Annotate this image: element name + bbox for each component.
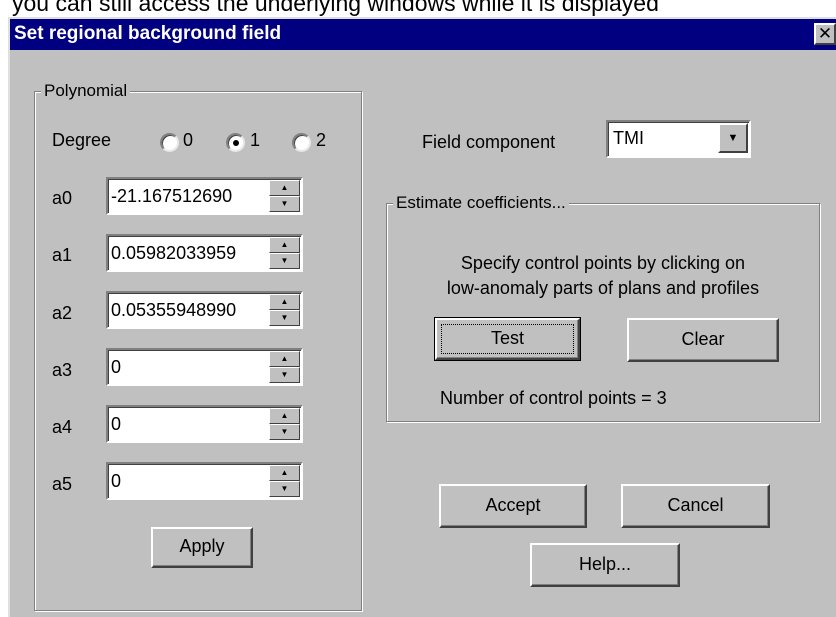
estimate-group-label: Estimate coefficients... — [393, 193, 569, 213]
coef-spinner-a4[interactable]: 0 ▲ ▼ — [106, 405, 303, 443]
apply-button-label: Apply — [179, 536, 225, 556]
degree-radio-2[interactable] — [292, 133, 311, 152]
degree-radio-0-label[interactable]: 0 — [183, 130, 193, 151]
coef-value-a4[interactable]: 0 — [111, 414, 266, 435]
accept-button-label: Accept — [485, 495, 541, 515]
degree-label: Degree — [52, 130, 112, 150]
coef-spinner-a2[interactable]: 0.05355948990 ▲ ▼ — [106, 291, 303, 329]
coef-spinner-a5[interactable]: 0 ▲ ▼ — [106, 462, 303, 500]
coef-value-a0[interactable]: -21.167512690 — [111, 186, 266, 207]
test-button-label: Test — [490, 328, 524, 348]
coef-value-a1[interactable]: 0.05982033959 — [111, 243, 266, 264]
title-bar[interactable]: Set regional background field ✕ — [10, 19, 836, 50]
clear-button[interactable]: Clear — [627, 318, 779, 362]
coef-spinner-a0[interactable]: -21.167512690 ▲ ▼ — [106, 177, 303, 215]
field-component-value[interactable]: TMI — [613, 128, 644, 149]
degree-radio-2-label[interactable]: 2 — [316, 130, 326, 151]
close-button[interactable]: ✕ — [814, 23, 836, 45]
cancel-button[interactable]: Cancel — [621, 484, 770, 528]
coef-spinner-a1[interactable]: 0.05982033959 ▲ ▼ — [106, 234, 303, 272]
spin-down-icon[interactable]: ▼ — [269, 253, 300, 269]
coef-spinner-a3[interactable]: 0 ▲ ▼ — [106, 348, 303, 386]
spin-down-icon[interactable]: ▼ — [269, 424, 300, 440]
accept-button[interactable]: Accept — [439, 484, 587, 528]
spin-down-icon[interactable]: ▼ — [269, 481, 300, 497]
spin-up-icon[interactable]: ▲ — [269, 237, 300, 253]
chevron-down-icon[interactable]: ▼ — [718, 123, 748, 153]
spin-up-icon[interactable]: ▲ — [269, 465, 300, 481]
polynomial-group-label: Polynomial — [41, 81, 131, 101]
close-icon: ✕ — [817, 24, 833, 43]
coef-value-a3[interactable]: 0 — [111, 357, 266, 378]
coef-value-a5[interactable]: 0 — [111, 471, 266, 492]
degree-radio-1-label[interactable]: 1 — [250, 130, 260, 151]
coef-label-a4: a4 — [52, 417, 73, 437]
degree-radio-1[interactable] — [226, 133, 245, 152]
coef-label-a3: a3 — [52, 360, 73, 380]
degree-radio-0[interactable] — [160, 133, 179, 152]
help-button-label: Help... — [578, 554, 632, 574]
help-button[interactable]: Help... — [530, 543, 680, 587]
spin-down-icon[interactable]: ▼ — [269, 310, 300, 326]
coef-value-a2[interactable]: 0.05355948990 — [111, 300, 266, 321]
coef-label-a5: a5 — [52, 474, 73, 494]
spin-down-icon[interactable]: ▼ — [269, 367, 300, 383]
background-window-text: you can still access the underlying wind… — [12, 0, 659, 16]
control-points-count: Number of control points = 3 — [440, 388, 667, 408]
apply-button[interactable]: Apply — [151, 527, 253, 568]
coef-label-a1: a1 — [52, 245, 73, 265]
regional-background-dialog: Set regional background field ✕ Polynomi… — [8, 17, 836, 617]
field-component-select[interactable]: TMI ▼ — [606, 120, 751, 158]
dialog-title: Set regional background field — [14, 23, 282, 44]
instruction-line-1: Specify control points by clicking on — [460, 253, 746, 273]
coef-label-a2: a2 — [52, 303, 73, 323]
spin-up-icon[interactable]: ▲ — [269, 351, 300, 367]
clear-button-label: Clear — [681, 329, 725, 349]
instruction-line-2: low-anomaly parts of plans and profiles — [446, 278, 760, 298]
coef-label-a0: a0 — [52, 188, 73, 208]
spin-up-icon[interactable]: ▲ — [269, 180, 300, 196]
test-button[interactable]: Test — [434, 317, 581, 361]
spin-up-icon[interactable]: ▲ — [269, 408, 300, 424]
cancel-button-label: Cancel — [667, 495, 724, 515]
spin-up-icon[interactable]: ▲ — [269, 294, 300, 310]
field-component-label: Field component — [422, 132, 556, 152]
spin-down-icon[interactable]: ▼ — [269, 196, 300, 212]
